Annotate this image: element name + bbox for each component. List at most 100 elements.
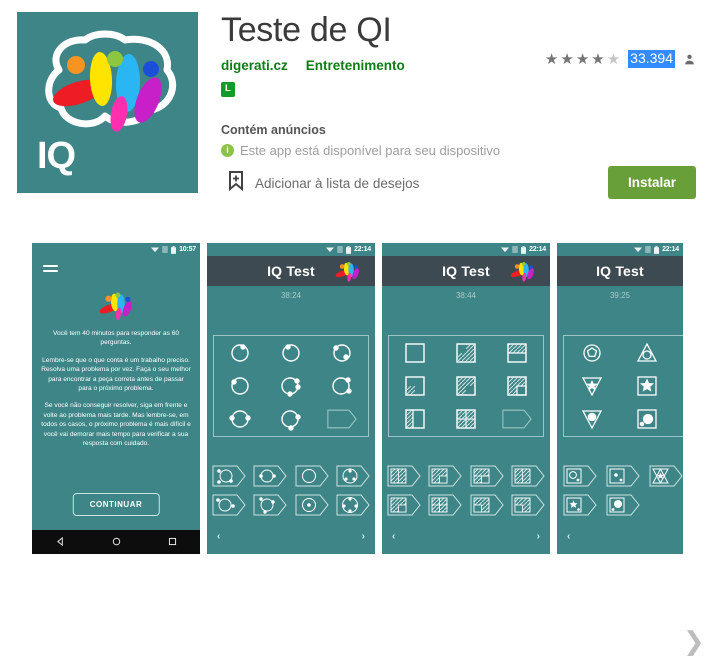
brain-logo-icon-small: [97, 290, 135, 320]
intro-paragraph-2: Lembre-se que o que conta é um trabalho …: [41, 356, 191, 393]
screenshot-2[interactable]: 22:14 IQ Test 38:24 ‹ ›: [207, 243, 375, 554]
prev-page-button[interactable]: ‹: [567, 531, 570, 542]
app-bar-title-3: IQ Test: [442, 263, 490, 279]
status-time-2: 22:14: [354, 246, 371, 253]
matrix-cell: [502, 371, 532, 401]
info-icon: i: [221, 144, 234, 157]
sim-icon: [645, 246, 651, 253]
next-page-button[interactable]: ›: [537, 531, 540, 542]
brain-logo-icon: [31, 30, 185, 138]
home-icon[interactable]: [112, 533, 121, 551]
matrix-cell: [451, 338, 481, 368]
quiz-timer-2: 38:24: [280, 291, 302, 300]
answer-option[interactable]: [602, 492, 643, 518]
answer-option[interactable]: [292, 463, 332, 489]
device-availability-note: i Este app está disponível para seu disp…: [221, 143, 500, 158]
screenshot-1[interactable]: 10:57 Você tem 40 minutos para responder…: [32, 243, 200, 554]
status-bar-2: 22:14: [207, 243, 375, 256]
answer-option[interactable]: [384, 463, 424, 489]
star-icon-1: ★: [544, 50, 559, 68]
wifi-icon: [634, 246, 643, 253]
page-title: Teste de QI: [221, 11, 392, 49]
matrix-cell: [451, 404, 481, 434]
matrix-cell: [276, 338, 306, 368]
matrix-cell: [400, 404, 430, 434]
matrix-cell: [327, 371, 357, 401]
sim-icon: [337, 246, 343, 253]
answer-option[interactable]: [334, 463, 374, 489]
carousel-next-icon[interactable]: ❯: [683, 628, 705, 654]
answer-options-3: [384, 463, 548, 518]
answer-option[interactable]: [559, 463, 600, 489]
answer-option[interactable]: [209, 492, 249, 518]
battery-icon: [171, 245, 177, 254]
answer-pager-2: ‹ ›: [207, 531, 375, 542]
matrix-cell-answer-slot: [327, 404, 358, 434]
answer-option[interactable]: [509, 463, 549, 489]
matrix-cell: [225, 338, 255, 368]
battery-icon: [654, 245, 660, 254]
answer-option[interactable]: [509, 492, 549, 518]
wifi-icon: [501, 246, 510, 253]
app-bar-3: IQ Test: [382, 256, 550, 286]
back-icon[interactable]: [56, 533, 65, 551]
app-icon: IQ: [17, 12, 198, 193]
wifi-icon: [151, 246, 160, 253]
answer-option[interactable]: [384, 492, 424, 518]
screenshot-carousel: 10:57 Você tem 40 minutos para responder…: [0, 243, 706, 654]
answer-option[interactable]: [209, 463, 249, 489]
answer-option[interactable]: [292, 492, 332, 518]
continue-button[interactable]: CONTINUAR: [72, 493, 160, 516]
person-icon: [683, 53, 696, 66]
screenshot-3[interactable]: 22:14 IQ Test 38:44 ‹ ›: [382, 243, 550, 554]
answer-option[interactable]: [559, 492, 600, 518]
install-button[interactable]: Instalar: [608, 166, 696, 199]
matrix-cell: [225, 404, 255, 434]
answer-option[interactable]: [426, 492, 466, 518]
answer-option[interactable]: [467, 492, 507, 518]
answer-pager-3: ‹ ›: [382, 531, 550, 542]
answer-option[interactable]: [467, 463, 507, 489]
brain-logo-icon-appbar: [334, 260, 361, 282]
answer-option[interactable]: [602, 463, 643, 489]
app-header: IQ Teste de QI digerati.cz Entreteniment…: [0, 0, 706, 212]
recents-icon[interactable]: [168, 533, 177, 551]
puzzle-matrix-4: [563, 335, 683, 437]
matrix-cell: [276, 371, 306, 401]
rating-count[interactable]: 33.394: [628, 50, 675, 69]
app-bar-title-4: IQ Test: [596, 263, 644, 279]
wifi-icon: [326, 246, 335, 253]
add-to-wishlist-label: Adicionar à lista de desejos: [255, 176, 420, 191]
rating-block: ★ ★ ★ ★ ★ 33.394: [544, 50, 696, 69]
prev-page-button[interactable]: ‹: [217, 531, 220, 542]
add-to-wishlist-button[interactable]: Adicionar à lista de desejos: [228, 171, 419, 196]
matrix-cell: [577, 404, 607, 434]
matrix-cell: [400, 338, 430, 368]
answer-option[interactable]: [251, 492, 291, 518]
app-icon-label: IQ: [37, 135, 76, 177]
matrix-cell: [577, 371, 607, 401]
answer-option[interactable]: [645, 463, 683, 489]
screenshot-4[interactable]: 22:14 IQ Test 39:25 ‹: [557, 243, 683, 554]
matrix-cell: [400, 371, 430, 401]
matrix-cell: [502, 338, 532, 368]
next-page-button[interactable]: ›: [362, 531, 365, 542]
matrix-cell: [632, 338, 662, 368]
android-nav-bar-1: [32, 530, 200, 554]
hamburger-menu-icon[interactable]: [43, 265, 58, 275]
answer-option[interactable]: [334, 492, 374, 518]
matrix-cell: [632, 371, 662, 401]
answer-option[interactable]: [426, 463, 466, 489]
developer-link[interactable]: digerati.cz: [221, 58, 288, 73]
category-link[interactable]: Entretenimento: [306, 58, 405, 73]
prev-page-button[interactable]: ‹: [392, 531, 395, 542]
answer-option[interactable]: [251, 463, 291, 489]
matrix-cell: [276, 404, 306, 434]
matrix-cell: [577, 338, 607, 368]
answer-options-4: [559, 463, 683, 518]
status-bar-3: 22:14: [382, 243, 550, 256]
status-time-1: 10:57: [179, 246, 196, 253]
intro-paragraph-3: Se você não conseguir resolver, siga em …: [41, 402, 191, 448]
sim-icon: [162, 246, 168, 253]
intro-paragraph-1: Você tem 40 minutos para responder as 60…: [52, 330, 180, 347]
